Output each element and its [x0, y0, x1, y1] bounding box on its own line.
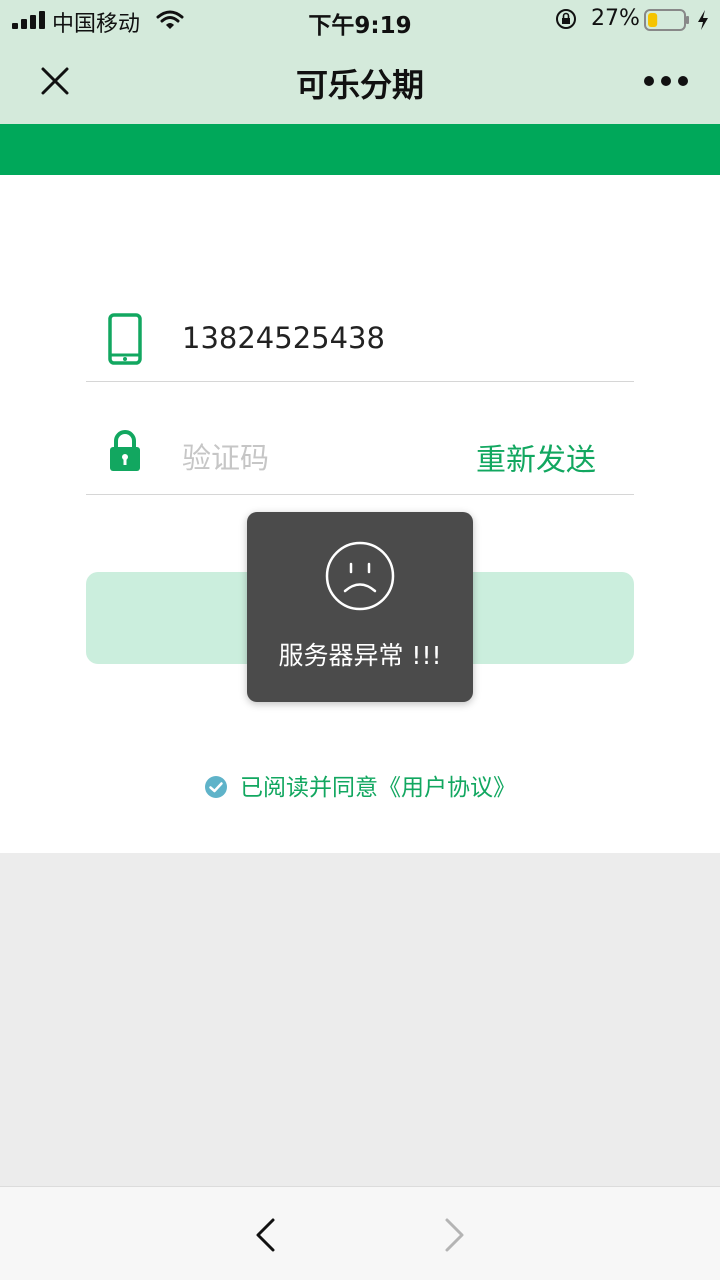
agreement-row[interactable]: 已阅读并同意《用户协议》 — [0, 768, 720, 802]
forward-arrow-icon[interactable] — [444, 1217, 466, 1253]
error-toast: 服务器异常 !!! — [247, 512, 473, 702]
page-title: 可乐分期 — [295, 66, 424, 104]
charging-icon — [698, 10, 708, 30]
browser-toolbar — [0, 1186, 720, 1280]
verification-code-field[interactable]: 验证码 重新发送 — [86, 419, 634, 495]
battery-icon — [644, 9, 689, 31]
resend-button[interactable]: 重新发送 — [476, 435, 596, 479]
phone-field[interactable]: 13824525438 — [86, 305, 634, 382]
lock-icon — [110, 430, 140, 471]
battery-percent: 27% — [591, 6, 640, 31]
phone-icon — [108, 313, 142, 365]
phone-input[interactable]: 13824525438 — [182, 321, 385, 355]
toast-message: 服务器异常 !!! — [278, 641, 442, 670]
back-arrow-icon[interactable] — [254, 1217, 276, 1253]
code-input[interactable]: 验证码 — [182, 435, 269, 477]
more-icon[interactable] — [643, 74, 689, 88]
sad-face-icon — [325, 541, 395, 611]
agreement-text[interactable]: 已阅读并同意《用户协议》 — [240, 775, 516, 801]
rotation-lock-icon — [556, 9, 576, 29]
check-icon[interactable] — [204, 775, 228, 799]
nav-bar: 可乐分期 — [0, 40, 720, 124]
status-bar: 中国移动 下午9:19 27% — [0, 0, 720, 40]
header-banner — [0, 124, 720, 175]
